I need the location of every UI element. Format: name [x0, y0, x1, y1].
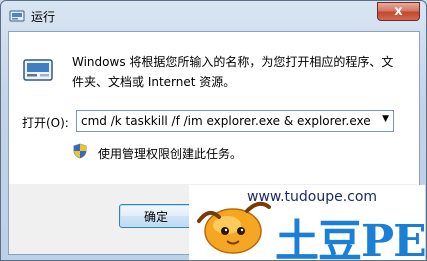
run-dialog-window: 运行 x Windows 将根据您所输入的名称，为您打开相应的程序、文件夹、文档… — [0, 0, 427, 261]
run-program-icon — [23, 59, 53, 81]
title-bar[interactable]: 运行 x — [1, 1, 426, 31]
run-dialog-icon — [9, 10, 25, 22]
uac-shield-icon — [73, 143, 87, 159]
window-title: 运行 — [31, 10, 56, 24]
open-label: 打开(O): — [22, 116, 69, 130]
chevron-down-icon[interactable]: ▼ — [382, 114, 389, 124]
close-button[interactable]: x — [377, 2, 420, 21]
dialog-description: Windows 将根据您所输入的名称，为您打开相应的程序、文件夹、文档或 Int… — [72, 55, 394, 89]
admin-privilege-note: 使用管理权限创建此任务。 — [98, 147, 243, 161]
command-input[interactable]: cmd /k taskkill /f /im explorer.exe & ex… — [81, 114, 371, 128]
content-panel: Windows 将根据您所输入的名称，为您打开相应的程序、文件夹、文档或 Int… — [9, 32, 419, 184]
command-combobox[interactable]: cmd /k taskkill /f /im explorer.exe & ex… — [76, 110, 394, 132]
ok-button[interactable]: 确定 — [119, 204, 193, 228]
ok-button-label: 确定 — [143, 209, 168, 224]
watermark: www.tudoupe.com 土豆PE — [189, 185, 426, 261]
watermark-url: www.tudoupe.com — [247, 189, 378, 205]
watermark-brand: 土豆PE — [275, 216, 426, 261]
close-icon: x — [394, 4, 403, 19]
